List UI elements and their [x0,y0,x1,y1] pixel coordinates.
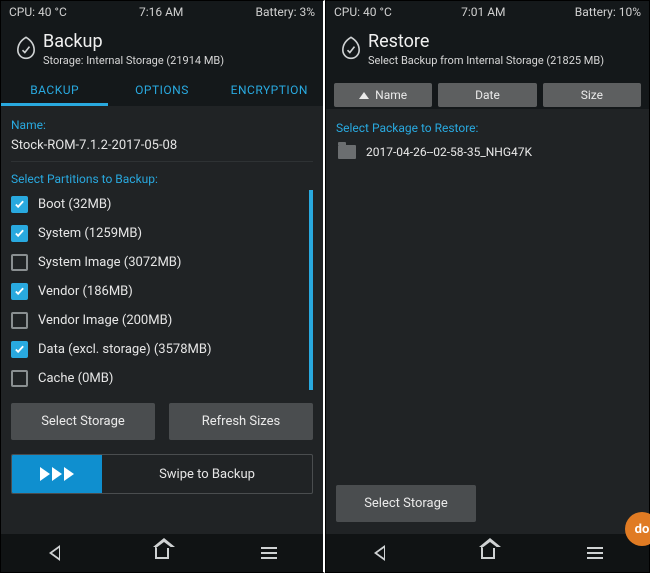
status-battery: Battery: 3% [256,5,315,19]
backup-name-field[interactable]: Stock-ROM-7.1.2-2017-05-08 [11,134,313,159]
sort-name-label: Name [375,88,407,102]
sort-asc-icon [359,92,369,99]
status-bar: CPU: 40 °C 7:01 AM Battery: 10% [326,1,649,23]
back-icon [374,545,385,561]
swipe-label: Swipe to Backup [102,467,312,482]
status-bar: CPU: 40 °C 7:16 AM Battery: 3% [1,1,323,23]
select-storage-button[interactable]: Select Storage [11,403,155,440]
package-name: 2017-04-26--02-58-35_NHG47K [366,145,532,159]
checkbox[interactable] [11,196,28,213]
name-label: Name: [11,118,313,132]
tab-backup[interactable]: BACKUP [1,75,108,106]
package-item[interactable]: 2017-04-26--02-58-35_NHG47K [336,137,639,167]
status-battery: Battery: 10% [575,5,641,19]
back-icon [49,545,60,561]
chevron-right-icon [64,467,74,481]
header: Backup Storage: Internal Storage (21914 … [1,23,323,75]
tab-bar: BACKUP OPTIONS ENCRYPTION [1,75,323,106]
home-icon [155,547,169,559]
partition-row[interactable]: Data (excl. storage) (3578MB) [11,335,313,364]
partition-row[interactable]: Vendor Image (200MB) [11,306,313,335]
partition-label: Vendor (186MB) [38,284,133,299]
page-title: Backup [43,31,313,52]
checkbox[interactable] [11,254,28,271]
partition-label: Data (excl. storage) (3578MB) [38,342,212,357]
partition-row[interactable]: Vendor (186MB) [11,277,313,306]
checkbox[interactable] [11,225,28,242]
twrp-logo-icon [9,35,43,63]
partition-row[interactable]: Cache (0MB) [11,364,313,393]
chevron-right-icon [52,467,62,481]
scrollbar[interactable] [309,190,313,390]
partition-label: Vendor Image (200MB) [38,313,172,328]
partition-row[interactable]: System Image (3072MB) [11,248,313,277]
nav-bar [1,534,323,572]
status-cpu: CPU: 40 °C [9,5,67,19]
partition-row[interactable]: Boot (32MB) [11,190,313,219]
status-time: 7:01 AM [461,5,505,19]
swipe-to-backup[interactable]: Swipe to Backup [11,454,313,494]
home-button[interactable] [108,534,215,572]
menu-icon [587,547,603,559]
tab-encryption[interactable]: ENCRYPTION [216,75,323,106]
status-cpu: CPU: 40 °C [334,5,392,19]
partitions-label: Select Partitions to Backup: [11,172,313,186]
tab-options[interactable]: OPTIONS [108,75,215,106]
select-storage-button[interactable]: Select Storage [336,485,476,522]
partition-label: System Image (3072MB) [38,255,181,270]
menu-button[interactable] [216,534,323,572]
partition-list: Boot (32MB) System (1259MB) System Image (… [11,190,313,393]
backup-screen: CPU: 40 °C 7:16 AM Battery: 3% Backup St… [0,0,325,573]
checkbox[interactable] [11,283,28,300]
checkbox[interactable] [11,370,28,387]
storage-subtitle: Select Backup from Internal Storage (218… [368,54,639,67]
chevron-right-icon [40,467,50,481]
sort-size-label: Size [581,88,603,102]
partition-label: Cache (0MB) [38,371,113,386]
sort-date-label: Date [475,88,500,102]
storage-subtitle: Storage: Internal Storage (21914 MB) [43,54,313,67]
sort-size-button[interactable]: Size [543,83,641,107]
select-package-label: Select Package to Restore: [336,121,639,135]
spacer [336,167,639,479]
folder-icon [338,145,356,159]
status-time: 7:16 AM [139,5,183,19]
menu-icon [261,547,277,559]
divider [11,161,313,162]
sort-date-button[interactable]: Date [438,83,536,107]
page-title: Restore [368,31,639,52]
nav-bar [326,534,649,572]
partition-label: Boot (32MB) [38,197,111,212]
checkbox[interactable] [11,312,28,329]
partition-row[interactable]: System (1259MB) [11,219,313,248]
partition-label: System (1259MB) [38,226,142,241]
restore-screen: CPU: 40 °C 7:01 AM Battery: 10% Restore … [325,0,650,573]
swipe-handle[interactable] [12,455,102,493]
header: Restore Select Backup from Internal Stor… [326,23,649,75]
back-button[interactable] [326,534,434,572]
home-button[interactable] [434,534,542,572]
checkbox[interactable] [11,341,28,358]
sort-name-button[interactable]: Name [334,83,432,107]
twrp-logo-icon [334,35,368,63]
back-button[interactable] [1,534,108,572]
home-icon [481,547,495,559]
sort-row: Name Date Size [326,75,649,109]
refresh-sizes-button[interactable]: Refresh Sizes [169,403,313,440]
